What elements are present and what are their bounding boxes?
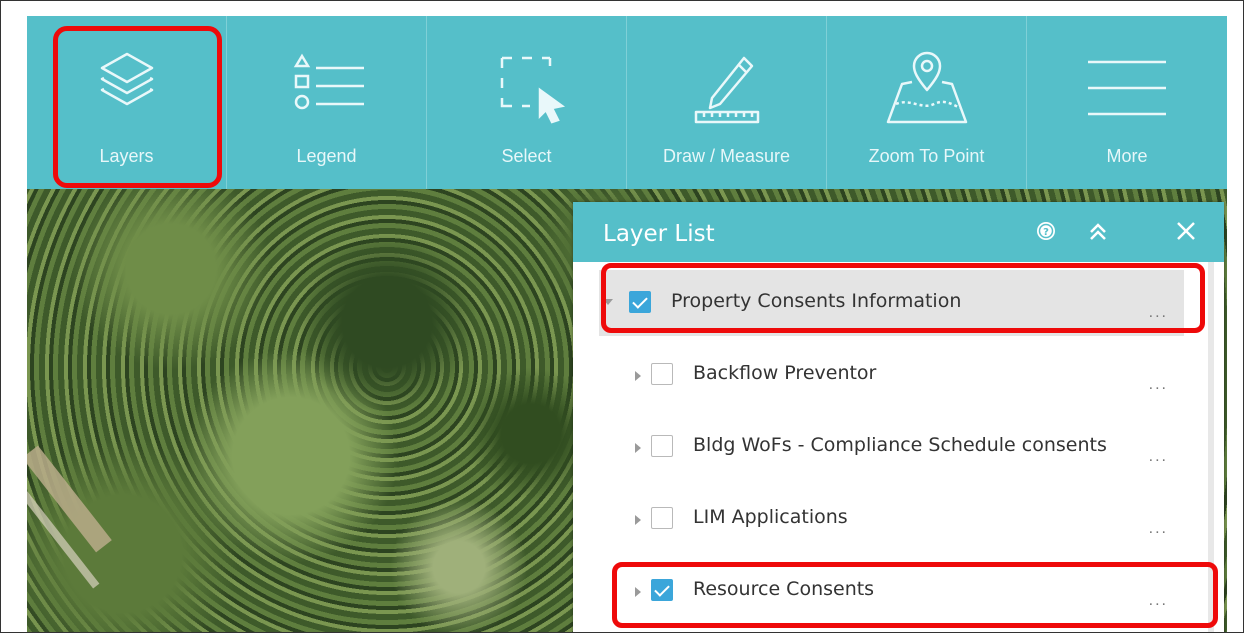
expand-caret-icon[interactable] — [635, 587, 641, 597]
expand-caret-icon[interactable] — [635, 443, 641, 453]
select-icon — [500, 56, 565, 124]
legend-icon — [293, 53, 364, 110]
layer-label: Resource Consents — [693, 578, 875, 600]
layer-list-body: Property Consents Information ... Backfl… — [573, 262, 1224, 632]
layer-list-panel: Layer List ? Property Consents Informati… — [573, 202, 1224, 632]
draw-measure-icon — [694, 56, 759, 124]
layers-button[interactable]: Layers — [27, 16, 227, 189]
layer-list-title: Layer List — [603, 221, 715, 247]
screenshot-frame: Layers Legend Select Draw / Measure Zoom… — [0, 0, 1244, 633]
close-icon[interactable] — [1171, 216, 1201, 246]
draw-measure-label: Draw / Measure — [662, 146, 791, 166]
layer-label: Backflow Preventor — [693, 362, 877, 384]
widget-toolbar: Layers Legend Select Draw / Measure Zoom… — [27, 16, 1227, 189]
layer-label: Property Consents Information — [671, 290, 962, 312]
zoom-to-point-icon — [886, 51, 967, 124]
expand-caret-icon[interactable] — [635, 371, 641, 381]
layer-label: Bldg WoFs - Compliance Schedule consents — [693, 434, 1107, 456]
layers-icon — [100, 52, 153, 106]
layer-label: LIM Applications — [693, 506, 848, 528]
more-button[interactable]: More — [1027, 16, 1227, 189]
layer-row-lim-applications[interactable]: LIM Applications ... — [599, 486, 1184, 552]
layer-options-icon[interactable]: ... — [1149, 593, 1168, 609]
legend-label: Legend — [296, 146, 357, 166]
collapse-icon[interactable] — [1083, 216, 1113, 246]
layer-checkbox[interactable] — [651, 507, 673, 529]
legend-button[interactable]: Legend — [227, 16, 427, 189]
layer-options-icon[interactable]: ... — [1149, 305, 1168, 321]
layer-checkbox[interactable] — [651, 579, 673, 601]
layer-row-backflow[interactable]: Backflow Preventor ... — [599, 342, 1184, 408]
expand-caret-icon[interactable] — [635, 515, 641, 525]
layer-row-resource-consents[interactable]: Resource Consents ... — [599, 558, 1184, 624]
layers-label: Layers — [99, 146, 154, 166]
layer-list-header: Layer List ? — [573, 202, 1224, 262]
menu-icon — [1088, 60, 1166, 116]
select-button[interactable]: Select — [427, 16, 627, 189]
svg-text:?: ? — [1043, 227, 1049, 238]
more-label: More — [1106, 146, 1148, 166]
layer-options-icon[interactable]: ... — [1149, 377, 1168, 393]
layer-checkbox[interactable] — [651, 363, 673, 385]
select-label: Select — [501, 146, 552, 166]
layer-checkbox[interactable] — [651, 435, 673, 457]
expand-caret-icon[interactable] — [603, 299, 613, 305]
zoom-to-point-button[interactable]: Zoom To Point — [827, 16, 1027, 189]
layer-options-icon[interactable]: ... — [1149, 521, 1168, 537]
draw-measure-button[interactable]: Draw / Measure — [627, 16, 827, 189]
layer-row-bldg-wofs[interactable]: Bldg WoFs - Compliance Schedule consents… — [599, 414, 1184, 480]
zoom-to-point-label: Zoom To Point — [868, 146, 985, 166]
layer-row-property-consents[interactable]: Property Consents Information ... — [599, 270, 1184, 336]
layer-options-icon[interactable]: ... — [1149, 449, 1168, 465]
layer-checkbox[interactable] — [629, 291, 651, 313]
help-icon[interactable]: ? — [1031, 216, 1061, 246]
